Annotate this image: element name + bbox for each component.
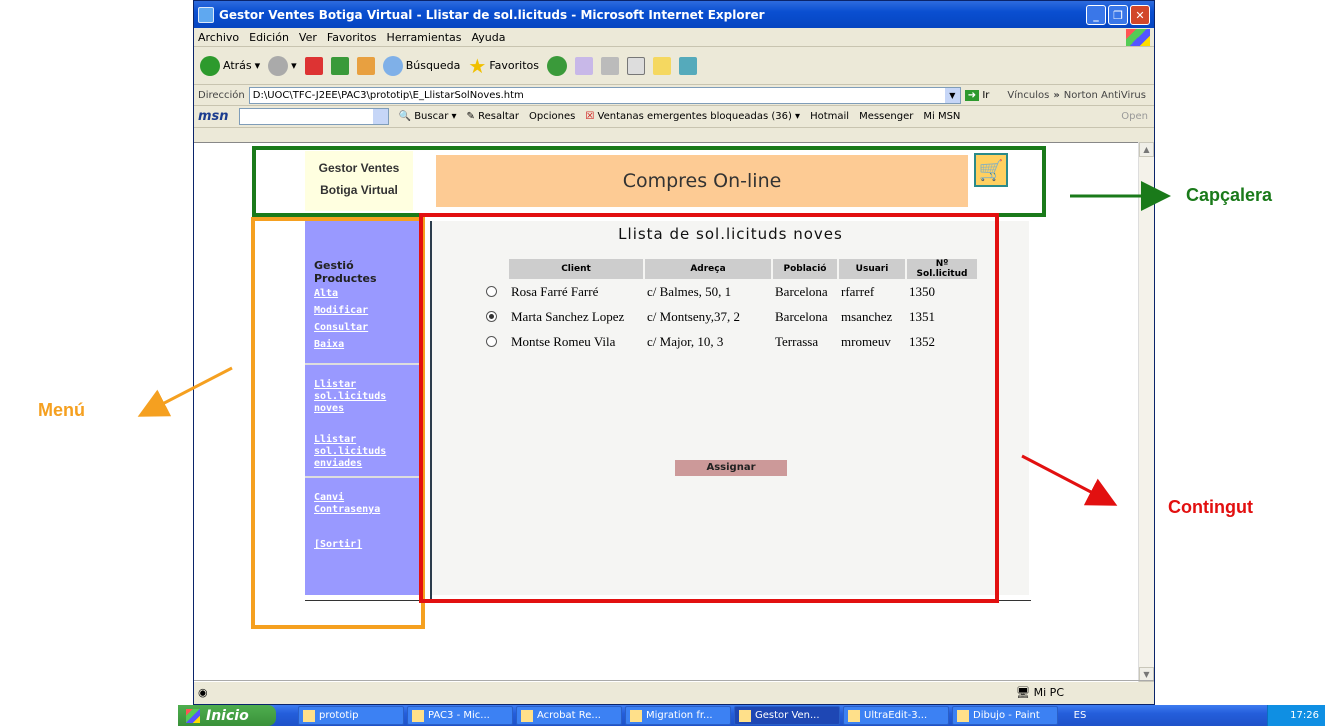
header-annotation-label: Capçalera: [1186, 185, 1273, 205]
menu-annotation-label: Menú: [38, 400, 85, 420]
menu-arrow: [137, 366, 233, 417]
annotation-arrows: [137, 181, 1171, 506]
content-arrow: [1021, 454, 1118, 506]
content-annotation-label: Contingut: [1168, 497, 1253, 517]
